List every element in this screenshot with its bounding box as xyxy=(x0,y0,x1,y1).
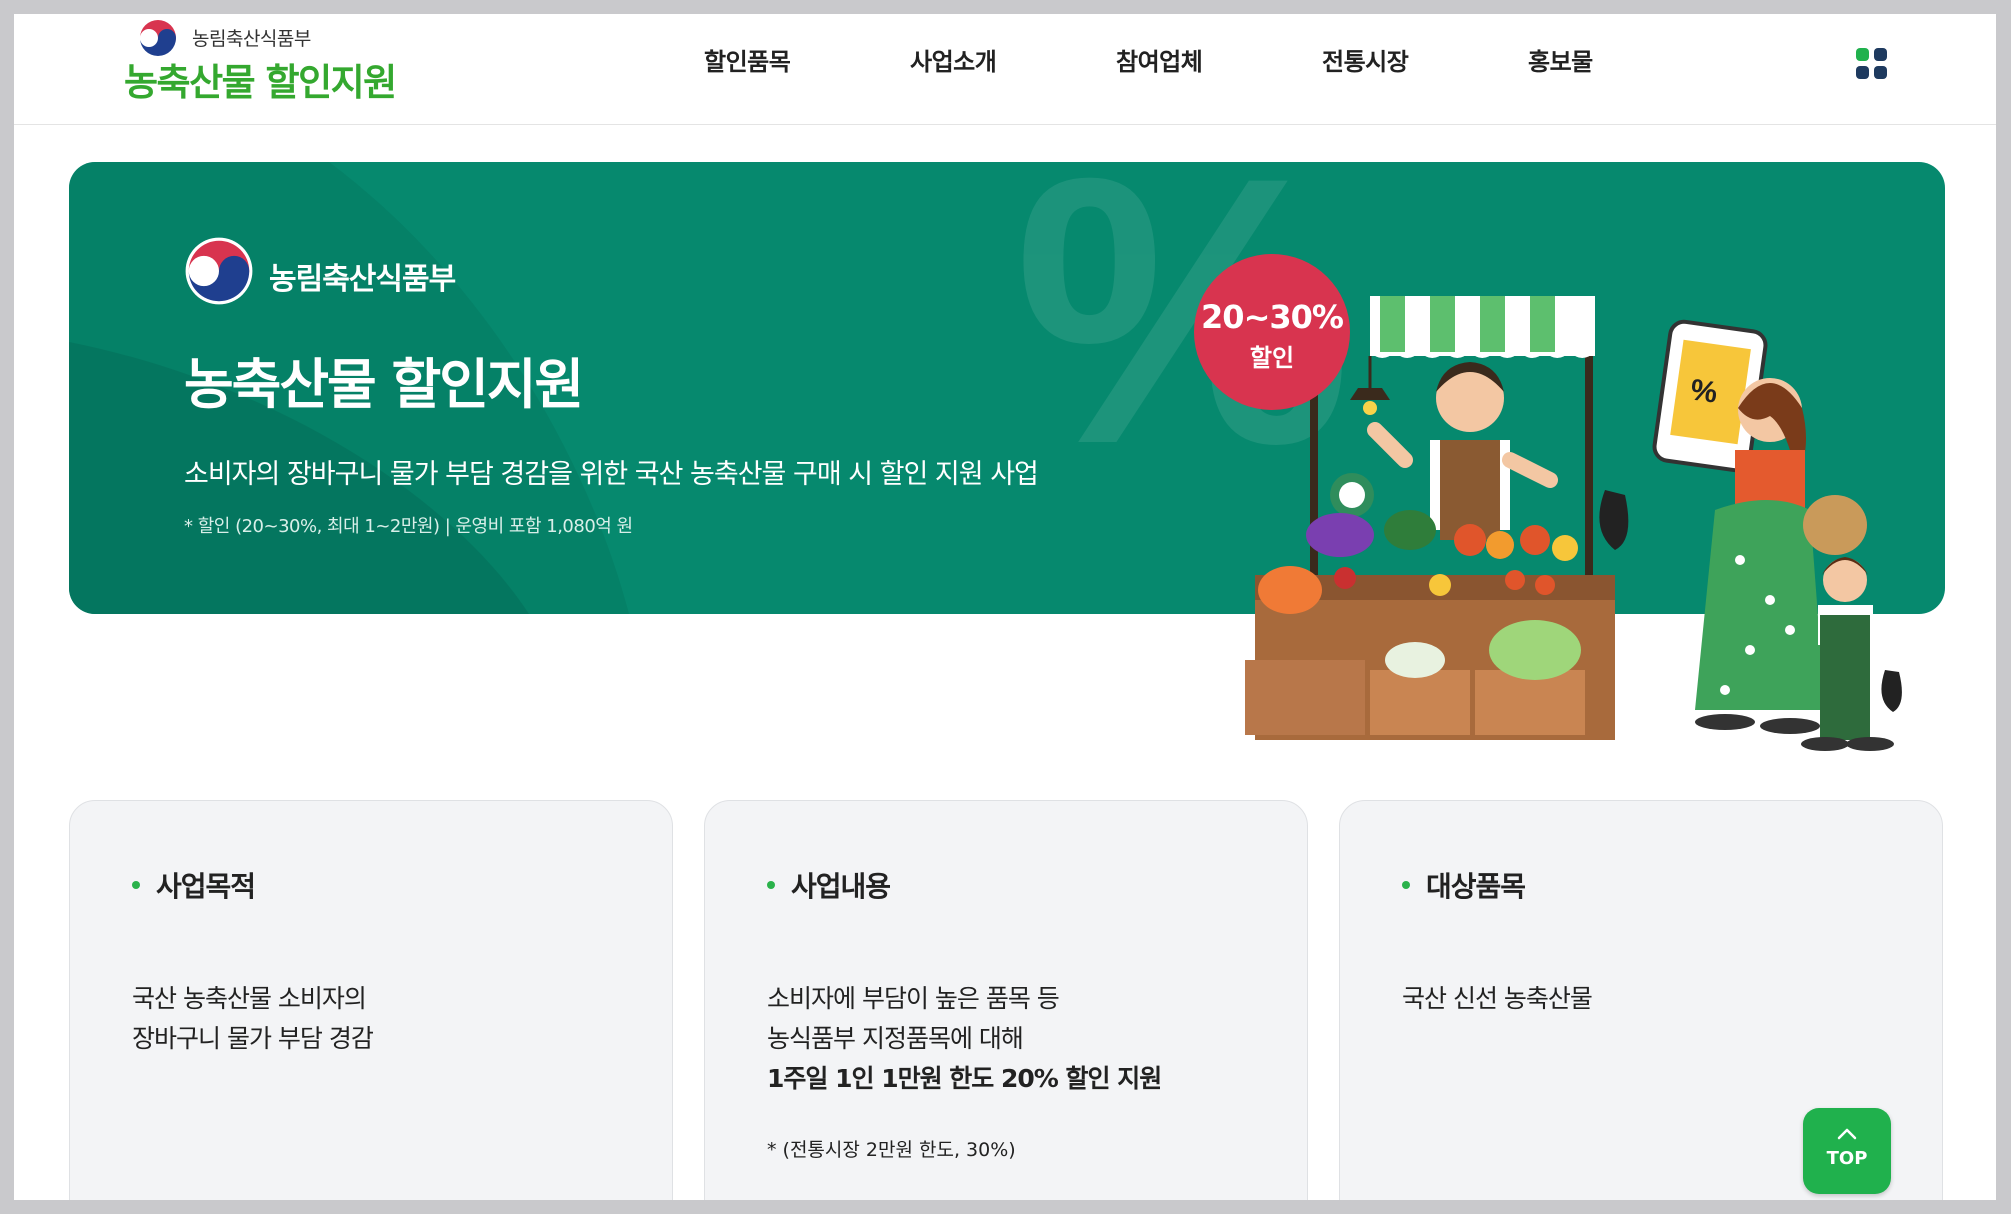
card-text-line: 국산 농축산물 소비자의 xyxy=(132,984,367,1013)
scroll-top-button[interactable]: TOP xyxy=(1803,1108,1891,1194)
nav-item-promo-materials[interactable]: 홍보물 xyxy=(1528,42,1593,77)
chevron-up-icon xyxy=(1837,1128,1857,1140)
grid-menu-icon[interactable] xyxy=(1856,48,1890,82)
banner-ministry-text: 농림축산식품부 xyxy=(269,262,456,297)
card-highlight-line: 1주일 1인 1만원 한도 20% 할인 지원 xyxy=(767,1064,1162,1093)
nav-item-discount-items[interactable]: 할인품목 xyxy=(704,42,791,77)
nav-item-participating-stores[interactable]: 참여업체 xyxy=(1116,42,1203,77)
bullet-dot xyxy=(767,881,775,889)
card-text-line: 국산 신선 농축산물 xyxy=(1402,984,1593,1013)
banner-description: 소비자의 장바구니 물가 부담 경감을 위한 국산 농축산물 구매 시 할인 지… xyxy=(184,459,1039,490)
nav-item-traditional-market[interactable]: 전통시장 xyxy=(1322,42,1409,77)
logo-site-title: 농축산물 할인지원 xyxy=(124,61,397,104)
discount-badge: 20~30% 할인 xyxy=(1194,254,1350,410)
bullet-dot xyxy=(132,881,140,889)
badge-percent: 20~30% xyxy=(1201,298,1344,336)
nav-item-business-intro[interactable]: 사업소개 xyxy=(910,42,997,77)
scroll-top-label: TOP xyxy=(1826,1148,1868,1169)
card-business-content: 사업내용 소비자에 부담이 높은 품목 등 농식품부 지정품목에 대해 1주일 … xyxy=(704,800,1308,1200)
logo-ministry-text: 농림축산식품부 xyxy=(192,28,311,50)
badge-label: 할인 xyxy=(1249,344,1295,372)
card-business-purpose: 사업목적 국산 농축산물 소비자의 장바구니 물가 부담 경감 xyxy=(69,800,673,1200)
card-text-line: 농식품부 지정품목에 대해 xyxy=(767,1024,1024,1053)
site-logo[interactable]: 농림축산식품부 농축산물 할인지원 xyxy=(124,14,444,114)
banner-note: * 할인 (20~30%, 최대 1~2만원) | 운영비 포함 1,080억 … xyxy=(184,516,633,537)
banner-title: 농축산물 할인지원 xyxy=(184,353,584,416)
card-title: 사업내용 xyxy=(791,870,891,903)
site-header: 농림축산식품부 농축산물 할인지원 할인품목 사업소개 참여업체 전통시장 홍보… xyxy=(14,14,1996,125)
card-text-line: 소비자에 부담이 높은 품목 등 xyxy=(767,984,1060,1013)
card-title: 대상품목 xyxy=(1426,870,1526,903)
hero-banner: % 농림축산식품부 농축산물 할인지원 소비자의 장바구니 물가 부담 경감을 … xyxy=(69,162,1945,614)
banner-taegeuk-emblem-icon xyxy=(185,237,253,305)
card-small-note: * (전통시장 2만원 한도, 30%) xyxy=(767,1139,1016,1161)
bullet-dot xyxy=(1402,881,1410,889)
page: 농림축산식품부 농축산물 할인지원 할인품목 사업소개 참여업체 전통시장 홍보… xyxy=(14,14,1996,1200)
card-text-line: 장바구니 물가 부담 경감 xyxy=(132,1024,374,1053)
card-title: 사업목적 xyxy=(156,870,256,903)
